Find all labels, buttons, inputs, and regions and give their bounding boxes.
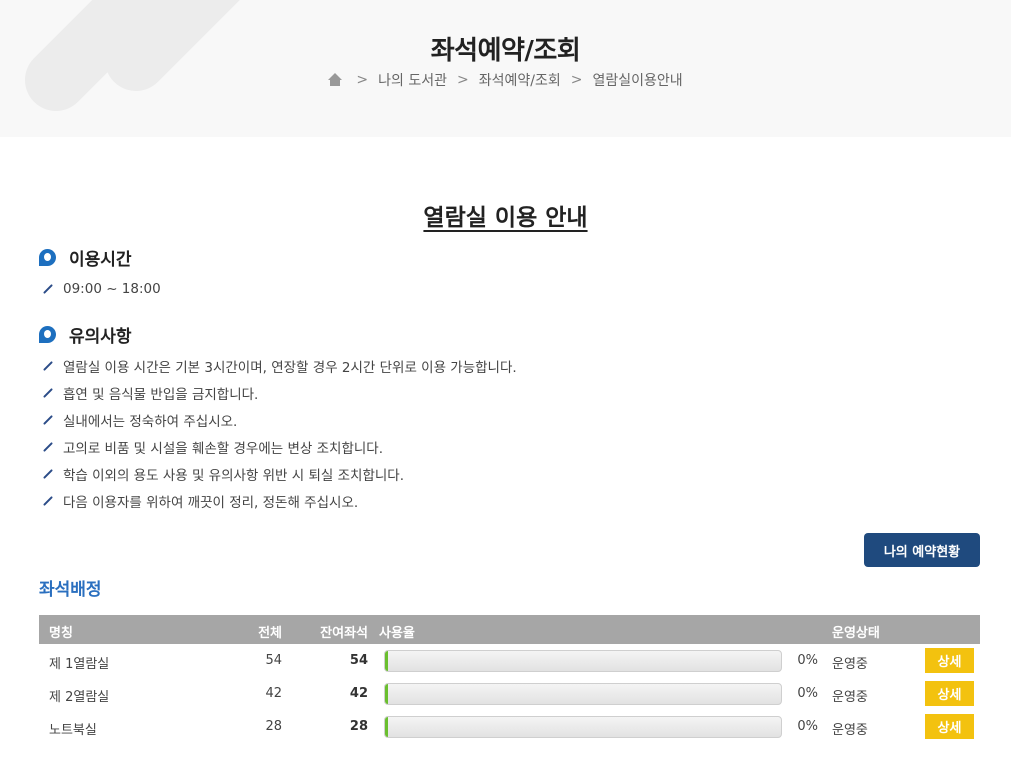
home-icon[interactable] [328,73,343,87]
list-item-text: 열람실 이용 시간은 기본 3시간이며, 연장할 경우 2시간 단위로 이용 가… [63,360,517,376]
usage-percent: 0% [797,719,818,734]
room-total-seats: 54 [265,653,282,668]
bullet-drop-icon [39,326,56,343]
content-heading: 열람실 이용 안내 [423,205,588,231]
table-row: 제 2열람실 42 42 0% 운영중 상세 [39,677,980,710]
room-status: 운영중 [832,690,868,705]
pen-icon [43,361,53,371]
breadcrumb: > 나의 도서관 > 좌석예약/조회 > 열람실이용안내 [0,70,1011,90]
detail-button[interactable]: 상세 [925,681,974,706]
breadcrumb-separator: > [570,72,583,88]
room-total-seats: 28 [265,719,282,734]
room-remaining-seats: 42 [349,686,368,701]
breadcrumb-separator: > [456,72,469,88]
usage-progress-fill [385,684,388,704]
pen-icon [43,415,53,425]
room-remaining-seats: 54 [349,653,368,668]
usage-progress-bar [384,650,782,672]
usage-progress-bar [384,716,782,738]
list-item-text: 다음 이용자를 위하여 깨끗이 정리, 정돈해 주십시오. [63,495,359,511]
usage-progress-fill [385,651,388,671]
list-item-text: 학습 이외의 용도 사용 및 유의사항 위반 시 퇴실 조치합니다. [63,468,404,484]
list-item-text: 09:00 ~ 18:00 [63,281,161,297]
list-item: 09:00 ~ 18:00 [42,281,161,297]
usage-progress-fill [385,717,388,737]
room-status: 운영중 [832,657,868,672]
list-item: 흡연 및 음식물 반입을 금지합니다. [42,383,258,403]
list-item: 다음 이용자를 위하여 깨끗이 정리, 정돈해 주십시오. [42,491,358,511]
column-header-name: 명칭 [49,626,73,641]
list-item: 고의로 비품 및 시설을 훼손할 경우에는 변상 조치합니다. [42,437,383,457]
detail-button[interactable]: 상세 [925,714,974,739]
list-item: 열람실 이용 시간은 기본 3시간이며, 연장할 경우 2시간 단위로 이용 가… [42,356,517,376]
room-name: 제 1열람실 [49,657,110,672]
section-title-text: 유의사항 [69,327,132,347]
list-item-text: 흡연 및 음식물 반입을 금지합니다. [63,387,259,403]
usage-percent: 0% [797,686,818,701]
breadcrumb-item-my-library[interactable]: 나의 도서관 [378,70,447,90]
page-header: 좌석예약/조회 > 나의 도서관 > 좌석예약/조회 > 열람실이용안내 [0,0,1011,137]
section-title-hours: 이용시간 [39,245,132,270]
section-title-notices: 유의사항 [39,322,132,347]
usage-percent: 0% [797,653,818,668]
bullet-drop-icon [39,249,56,266]
reading-room-table: 명칭 전체 잔여좌석 사용율 운영상태 제 1열람실 54 54 0% 운영중 … [39,615,980,743]
pen-icon [43,284,53,294]
room-name: 제 2열람실 [49,690,110,705]
pen-icon [43,469,53,479]
room-status: 운영중 [832,723,868,738]
room-name: 노트북실 [49,723,97,738]
list-item-text: 실내에서는 정숙하여 주십시오. [63,414,238,430]
pen-icon [43,496,53,506]
list-item: 실내에서는 정숙하여 주십시오. [42,410,237,430]
pen-icon [43,442,53,452]
room-remaining-seats: 28 [349,719,368,734]
column-header-status: 운영상태 [832,626,880,641]
list-item-text: 고의로 비품 및 시설을 훼손할 경우에는 변상 조치합니다. [63,441,383,457]
column-header-usage: 사용율 [379,626,415,641]
column-header-remaining: 잔여좌석 [320,626,368,641]
table-row: 노트북실 28 28 0% 운영중 상세 [39,710,980,743]
table-row: 제 1열람실 54 54 0% 운영중 상세 [39,644,980,677]
section-title-text: 이용시간 [69,250,132,270]
page-title: 좌석예약/조회 [430,36,581,66]
list-item: 학습 이외의 용도 사용 및 유의사항 위반 시 퇴실 조치합니다. [42,464,404,484]
column-header-total: 전체 [258,626,282,641]
table-header: 명칭 전체 잔여좌석 사용율 운영상태 [39,615,980,644]
pen-icon [43,388,53,398]
breadcrumb-item-reading-room-guide[interactable]: 열람실이용안내 [592,70,682,90]
usage-progress-bar [384,683,782,705]
breadcrumb-separator: > [356,72,369,88]
breadcrumb-item-seat-reservation[interactable]: 좌석예약/조회 [479,70,561,90]
seat-assignment-title: 좌석배정 [39,580,102,600]
room-total-seats: 42 [265,686,282,701]
my-reservation-button[interactable]: 나의 예약현황 [864,533,980,567]
detail-button[interactable]: 상세 [925,648,974,673]
